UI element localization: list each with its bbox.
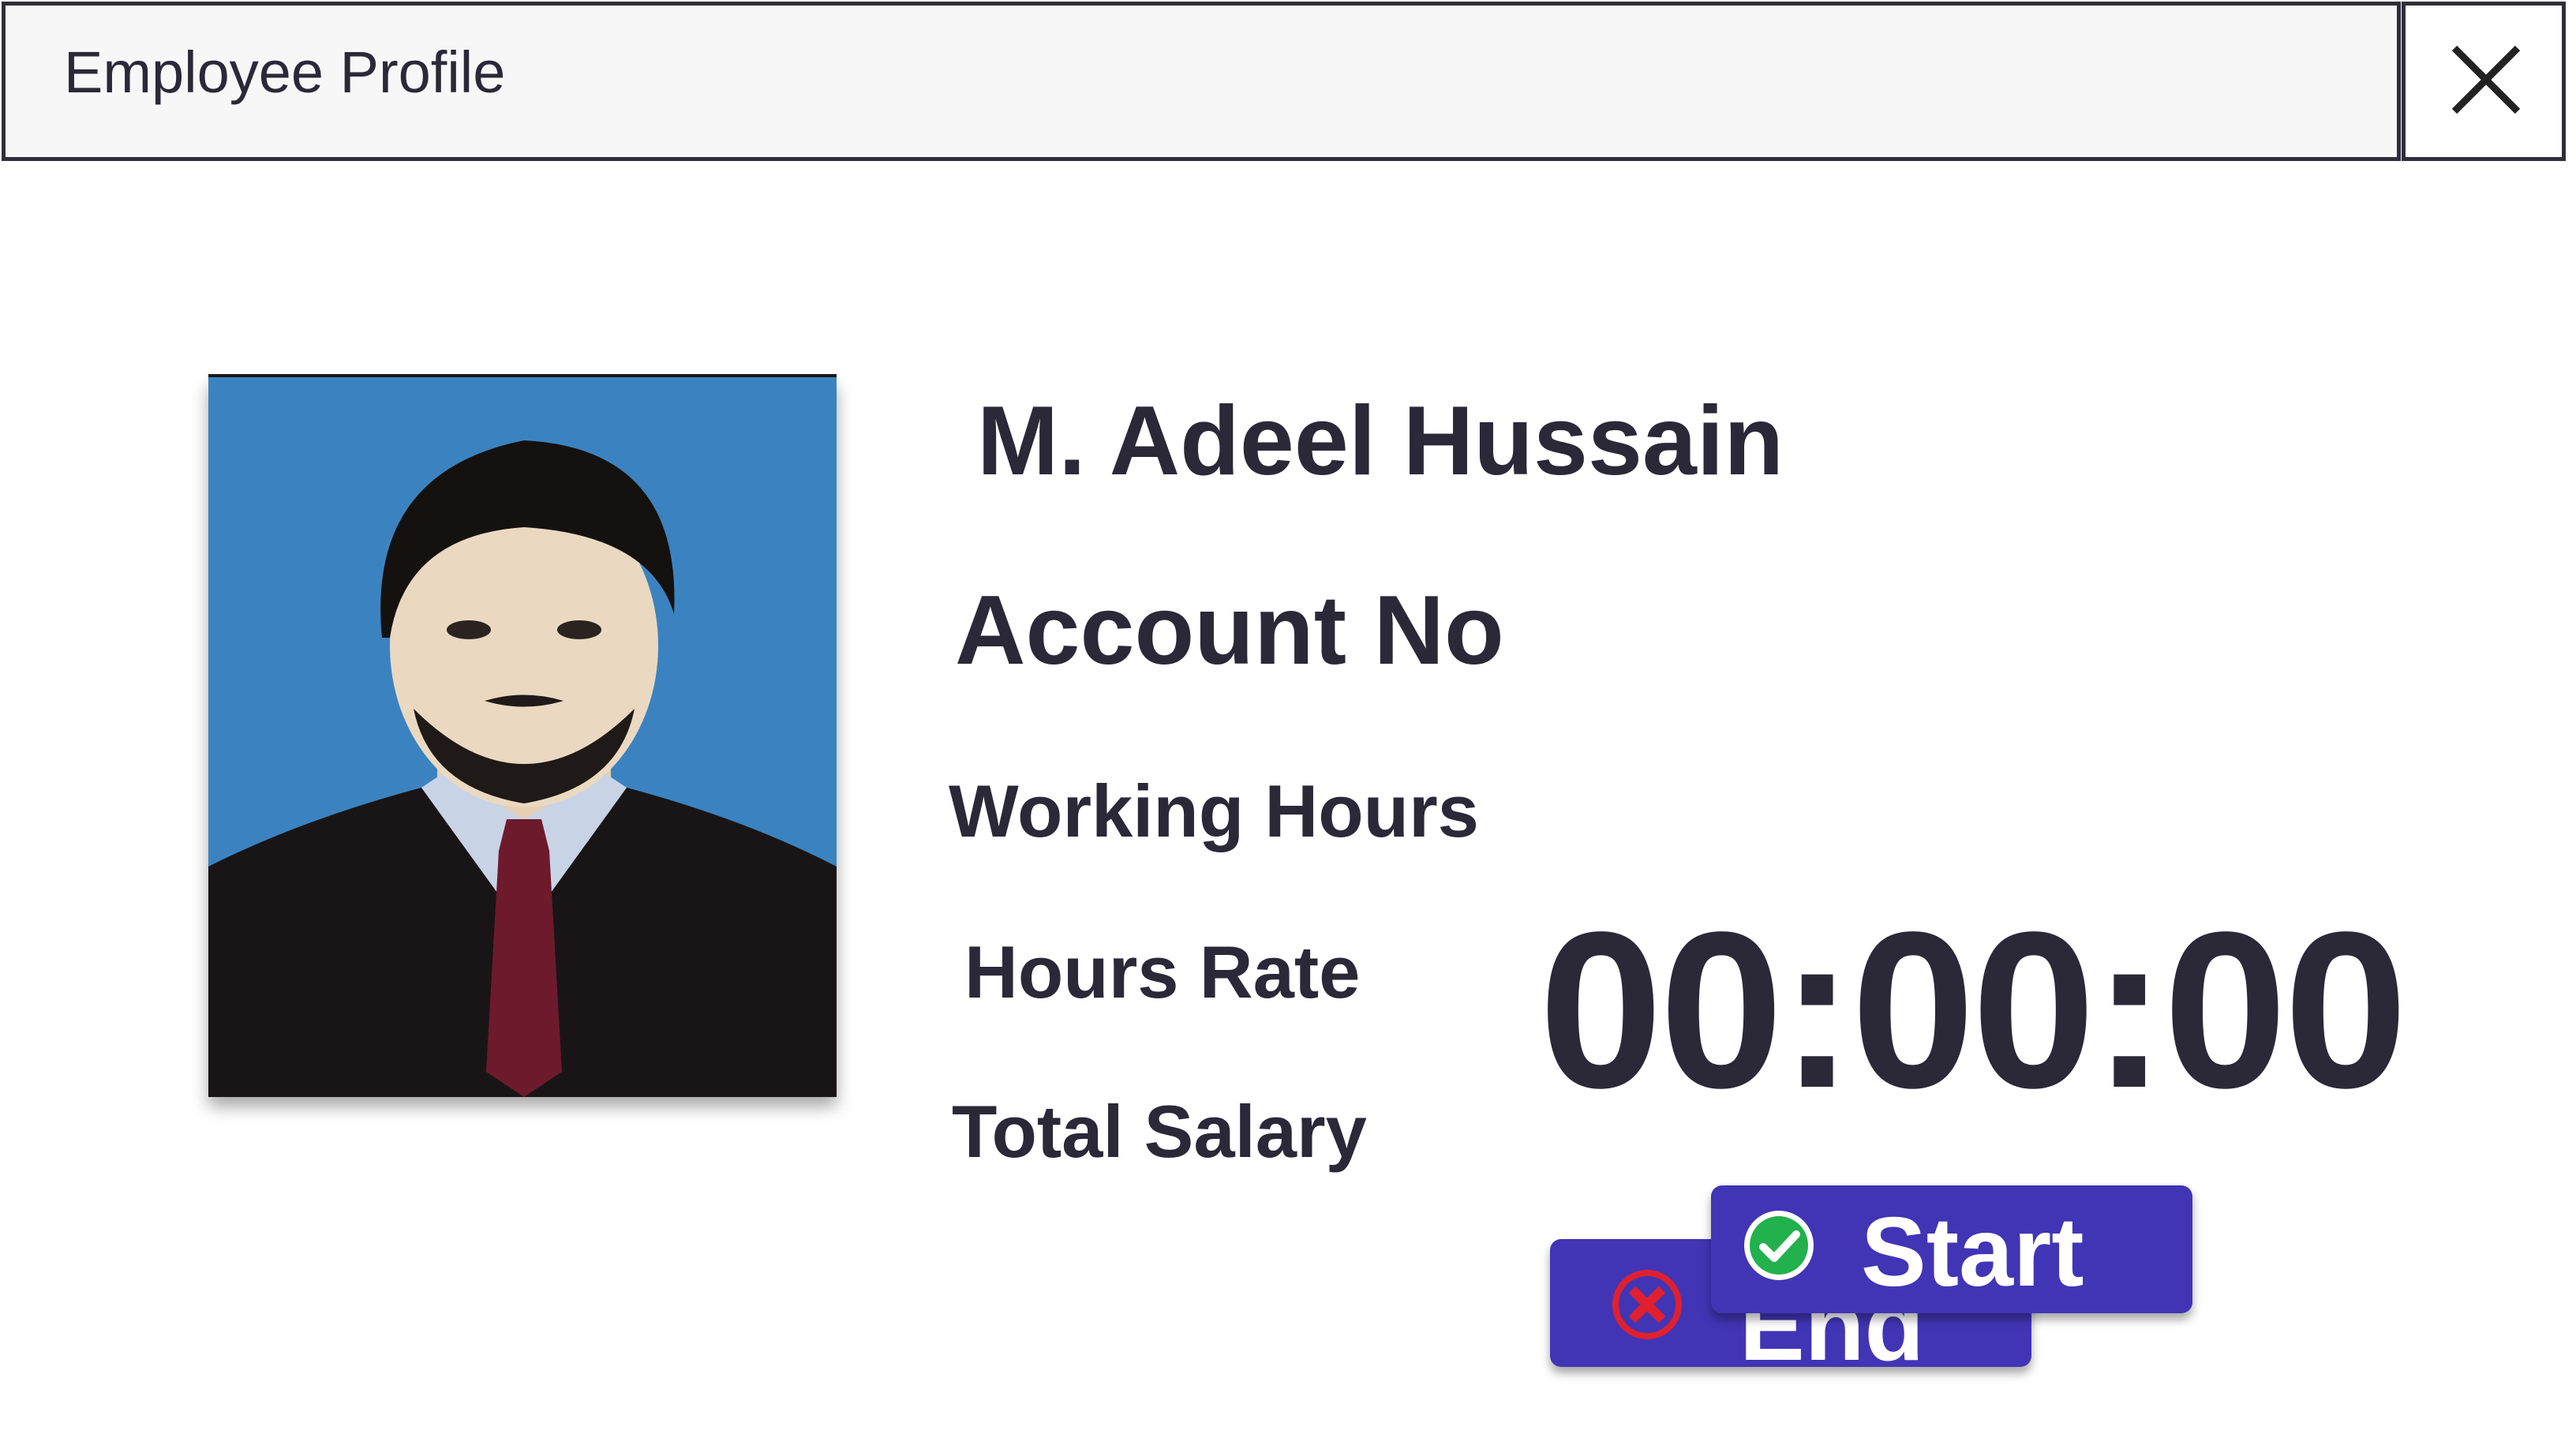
person-portrait-icon <box>208 377 837 1097</box>
cross-circle-icon <box>1610 1267 1684 1346</box>
employee-profile-screen: Employee Profile M. Adeel Hussain Accoun… <box>0 0 2576 1449</box>
close-button[interactable] <box>2402 2 2566 161</box>
hours-rate-label: Hours Rate <box>964 930 1361 1013</box>
account-no-label: Account No <box>955 576 1504 685</box>
working-hours-label: Working Hours <box>949 769 1479 852</box>
employee-photo <box>208 377 837 1097</box>
timer-display: 00:00:00 <box>1539 886 2408 1134</box>
title-bar: Employee Profile <box>2 2 2401 161</box>
start-button-label: Start <box>1861 1198 2084 1307</box>
start-button[interactable]: Start <box>1711 1185 2192 1313</box>
check-circle-icon <box>1741 1208 1817 1287</box>
page-title: Employee Profile <box>64 39 506 105</box>
total-salary-label: Total Salary <box>952 1090 1367 1173</box>
employee-name: M. Adeel Hussain <box>977 387 1784 496</box>
close-icon <box>2451 45 2521 114</box>
